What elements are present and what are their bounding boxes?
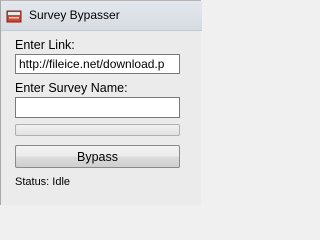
status-text: Status: Idle [15,176,71,188]
bypass-button[interactable]: Bypass [15,145,180,168]
app-window: Survey Bypasser Enter Link: Enter Survey… [0,0,202,205]
window-title: Survey Bypasser [29,8,120,22]
survey-name-input[interactable] [15,97,180,118]
link-input[interactable] [15,54,180,74]
link-label: Enter Link: [15,38,75,52]
progress-bar [15,124,180,136]
survey-name-label: Enter Survey Name: [15,81,128,95]
title-bar[interactable]: Survey Bypasser [1,1,202,31]
app-icon [6,10,22,23]
